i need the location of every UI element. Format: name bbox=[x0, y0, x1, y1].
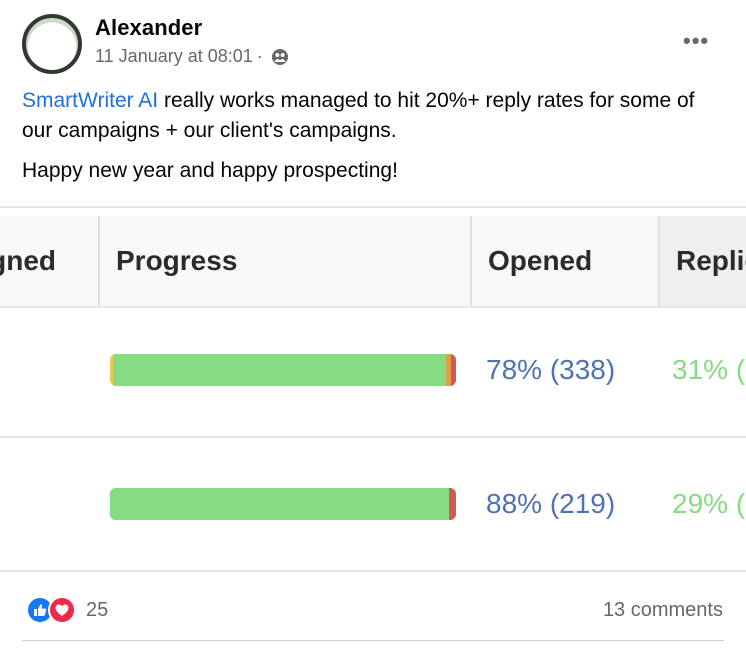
column-header-progress: Progress bbox=[98, 216, 470, 306]
author-name[interactable]: Alexander bbox=[95, 15, 202, 41]
post-text: SmartWriter AI really works managed to h… bbox=[22, 86, 722, 196]
column-header-replied: Replie bbox=[658, 216, 746, 306]
comments-count[interactable]: 13 comments bbox=[603, 599, 723, 622]
post-paragraph-1: SmartWriter AI really works managed to h… bbox=[22, 86, 722, 146]
more-options-icon[interactable]: ••• bbox=[683, 28, 709, 54]
post-timestamp[interactable]: 11 January at 08:01 bbox=[95, 46, 253, 67]
meta-separator: · bbox=[256, 46, 263, 66]
friends-audience-icon[interactable] bbox=[271, 48, 289, 66]
author-avatar[interactable] bbox=[22, 14, 82, 74]
progress-segment bbox=[451, 354, 456, 386]
progress-bar bbox=[110, 488, 456, 520]
reaction-count[interactable]: 25 bbox=[86, 599, 108, 622]
replied-value: 31% ( bbox=[672, 354, 746, 385]
opened-value: 88% (219) bbox=[486, 488, 616, 519]
replied-value: 29% ( bbox=[672, 488, 746, 519]
reactions-summary[interactable]: 25 bbox=[26, 596, 108, 624]
post-paragraph-2: Happy new year and happy prospecting! bbox=[22, 159, 398, 182]
progress-segment bbox=[110, 488, 450, 520]
post-meta: 11 January at 08:01 · bbox=[95, 46, 289, 67]
table-row: 78% (338) 31% ( bbox=[0, 308, 746, 438]
progress-bar bbox=[110, 354, 456, 386]
column-header-assigned: gned bbox=[0, 245, 56, 276]
progress-segment bbox=[449, 488, 456, 520]
post-image[interactable]: gned Progress Opened Replie 78% (338) 31… bbox=[0, 206, 746, 572]
table-row: 88% (219) 29% ( bbox=[0, 440, 746, 570]
footer-divider bbox=[22, 640, 724, 641]
love-icon bbox=[48, 596, 76, 624]
post-footer: 25 13 comments bbox=[0, 580, 746, 640]
column-header-opened: Opened bbox=[470, 216, 658, 306]
smartwriter-link[interactable]: SmartWriter AI bbox=[22, 89, 158, 112]
progress-segment bbox=[112, 354, 446, 386]
opened-value: 78% (338) bbox=[486, 354, 616, 385]
table-header: gned Progress Opened Replie bbox=[0, 216, 746, 308]
